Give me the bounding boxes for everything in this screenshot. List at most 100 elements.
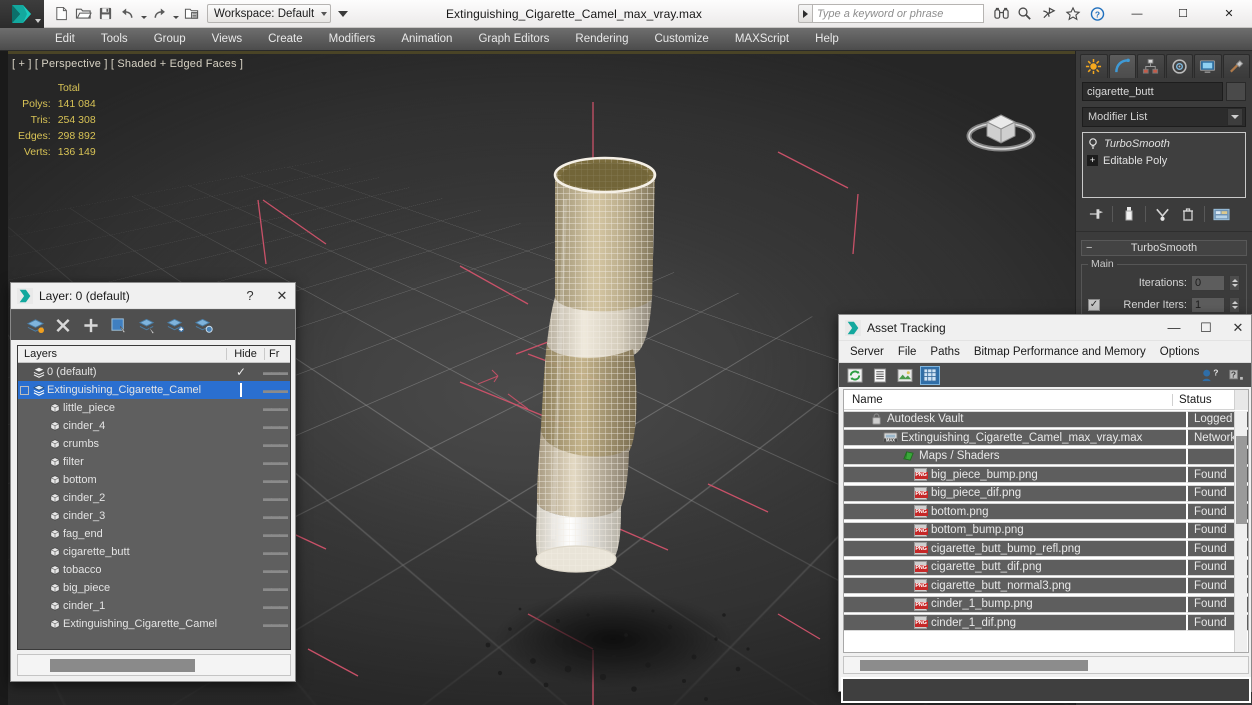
asset-name-cell[interactable]: PNG cigarette_butt_normal3.png xyxy=(844,577,1186,595)
plus-box-icon[interactable]: + xyxy=(1087,155,1098,166)
menu-maxscript[interactable]: MAXScript xyxy=(722,28,802,51)
asset-column-status[interactable]: Status xyxy=(1172,393,1234,406)
v-arrow-icon[interactable] xyxy=(1150,204,1174,224)
viewport-label[interactable]: [ + ] [ Perspective ] [ Shaded + Edged F… xyxy=(12,58,243,70)
help-icon[interactable]: ? xyxy=(1086,3,1108,25)
list-view-icon[interactable] xyxy=(870,366,890,385)
asset-tracking-dialog[interactable]: Asset Tracking — ☐ ✕ Server File Paths B… xyxy=(838,314,1252,703)
pin-icon[interactable] xyxy=(1084,204,1108,224)
layer-horizontal-scrollbar[interactable] xyxy=(17,654,291,676)
save-file-icon[interactable] xyxy=(95,3,116,24)
star-icon[interactable] xyxy=(1062,3,1084,25)
layer-freeze-cell[interactable]: ▬▬▬ xyxy=(262,493,288,503)
table-row[interactable]: MAX Extinguishing_Cigarette_Camel_max_vr… xyxy=(844,429,1248,448)
table-row[interactable]: cigarette_butt ▬▬▬ xyxy=(18,543,290,561)
asset-name-cell[interactable]: PNG cigarette_butt_dif.png xyxy=(844,558,1186,576)
menu-create[interactable]: Create xyxy=(255,28,316,51)
workspace-dropdown-button[interactable] xyxy=(335,4,350,23)
layer-dialog-close-button[interactable]: ✕ xyxy=(269,284,295,308)
object-name-field[interactable]: cigarette_butt xyxy=(1082,82,1223,101)
rollout-collapse-icon[interactable]: − xyxy=(1086,243,1092,254)
asset-name-cell[interactable]: PNG big_piece_dif.png xyxy=(844,484,1186,502)
modifier-stack[interactable]: TurboSmooth + Editable Poly xyxy=(1082,132,1246,198)
table-row[interactable]: PNG big_piece_dif.png Found xyxy=(844,484,1248,503)
table-row[interactable]: PNG cigarette_butt_dif.png Found xyxy=(844,558,1248,577)
layer-freeze-cell[interactable]: ▬▬▬ xyxy=(262,619,288,629)
iterations-input[interactable]: 0 xyxy=(1191,274,1225,291)
asset-name-cell[interactable]: PNG cinder_1_bump.png xyxy=(844,595,1186,613)
table-row[interactable]: Extinguishing_Cigarette_Camel ▬▬▬ xyxy=(18,615,290,633)
asset-horizontal-scrollbar[interactable] xyxy=(843,656,1249,674)
table-row[interactable]: PNG bottom.png Found xyxy=(844,503,1248,522)
menu-animation[interactable]: Animation xyxy=(388,28,465,51)
new-layer-icon[interactable] xyxy=(25,315,45,335)
select-objects-in-layer-icon[interactable] xyxy=(109,315,129,335)
scrollbar-thumb[interactable] xyxy=(1236,436,1247,524)
magnifier-icon[interactable] xyxy=(1014,3,1036,25)
layer-column-freeze[interactable]: Fr xyxy=(264,348,290,360)
layer-freeze-cell[interactable]: ▬▬▬ xyxy=(262,583,288,593)
highlight-selected-objects-layer-icon[interactable] xyxy=(137,315,157,335)
table-row[interactable]: 0 (default) ✓ ▬▬▬ xyxy=(18,363,290,381)
table-row[interactable]: Extinguishing_Cigarette_Camel ▬▬▬ xyxy=(18,381,290,399)
modifier-list-dropdown[interactable]: Modifier List xyxy=(1082,107,1246,127)
asset-name-cell[interactable]: PNG cigarette_butt_bump_refl.png xyxy=(844,540,1186,558)
asset-menu-paths[interactable]: Paths xyxy=(923,341,966,363)
undo-dropdown-caret-icon[interactable] xyxy=(139,4,148,24)
new-file-icon[interactable] xyxy=(51,3,72,24)
trash-icon[interactable] xyxy=(1176,204,1200,224)
bottle-icon[interactable] xyxy=(1117,204,1141,224)
set-current-layer-icon[interactable] xyxy=(165,315,185,335)
modifier-stack-item-editable-poly[interactable]: + Editable Poly xyxy=(1083,152,1245,169)
object-color-swatch[interactable] xyxy=(1226,82,1246,101)
scrollbar-thumb[interactable] xyxy=(50,658,195,672)
render-iters-checkbox[interactable]: ✓ xyxy=(1088,298,1100,311)
search-run-button[interactable] xyxy=(798,4,812,23)
maximize-button[interactable]: ☐ xyxy=(1160,0,1206,28)
refresh-icon[interactable] xyxy=(845,366,865,385)
layer-freeze-cell[interactable]: ▬▬▬ xyxy=(262,385,288,395)
table-row[interactable]: filter ▬▬▬ xyxy=(18,453,290,471)
asset-column-name[interactable]: Name xyxy=(844,394,1172,406)
layer-freeze-cell[interactable]: ▬▬▬ xyxy=(262,529,288,539)
asset-menu-server[interactable]: Server xyxy=(843,341,891,363)
asset-maximize-button[interactable]: ☐ xyxy=(1193,316,1219,340)
layer-freeze-cell[interactable]: ▬▬▬ xyxy=(262,601,288,611)
redo-icon[interactable] xyxy=(149,3,170,24)
menu-group[interactable]: Group xyxy=(141,28,199,51)
add-layer-icon[interactable] xyxy=(81,315,101,335)
table-row[interactable]: PNG bottom_bump.png Found xyxy=(844,521,1248,540)
table-row[interactable]: fag_end ▬▬▬ xyxy=(18,525,290,543)
table-row[interactable]: PNG cigarette_butt_bump_refl.png Found xyxy=(844,540,1248,559)
satellite-icon[interactable] xyxy=(1038,3,1060,25)
view-cube[interactable] xyxy=(961,82,1041,162)
layer-freeze-cell[interactable]: ▬▬▬ xyxy=(262,565,288,575)
lightbulb-icon[interactable] xyxy=(1087,137,1099,150)
layer-freeze-cell[interactable]: ▬▬▬ xyxy=(262,403,288,413)
asset-name-cell[interactable]: PNG big_piece_bump.png xyxy=(844,466,1186,484)
delete-layer-icon[interactable] xyxy=(53,315,73,335)
open-file-icon[interactable] xyxy=(73,3,94,24)
asset-close-button[interactable]: ✕ xyxy=(1225,316,1251,340)
layer-dialog-help-button[interactable]: ? xyxy=(237,284,263,308)
table-row[interactable]: PNG cinder_1_bump.png Found xyxy=(844,595,1248,614)
search-input[interactable]: Type a keyword or phrase xyxy=(812,4,984,23)
workspace-selector[interactable]: Workspace: Default xyxy=(207,4,331,23)
layer-dialog[interactable]: Layer: 0 (default) ? ✕ Layers Hide Fr 0 … xyxy=(10,282,296,682)
layer-freeze-cell[interactable]: ▬▬▬ xyxy=(262,367,288,377)
minimize-button[interactable]: — xyxy=(1114,0,1160,28)
help-person-icon[interactable]: ? xyxy=(1199,366,1219,385)
table-row[interactable]: PNG cinder_1_dif.png Found xyxy=(844,614,1248,633)
motion-tab[interactable] xyxy=(1165,54,1193,78)
create-tab[interactable] xyxy=(1080,54,1108,78)
layer-hide-cell[interactable]: ✓ xyxy=(222,365,260,379)
layer-list[interactable]: Layers Hide Fr 0 (default) ✓ ▬▬▬ Extingu… xyxy=(17,345,291,650)
layer-freeze-cell[interactable]: ▬▬▬ xyxy=(262,547,288,557)
close-button[interactable]: ✕ xyxy=(1206,0,1252,28)
asset-name-cell[interactable]: PNG bottom_bump.png xyxy=(844,521,1186,539)
table-row[interactable]: cinder_4 ▬▬▬ xyxy=(18,417,290,435)
asset-name-cell[interactable]: PNG bottom.png xyxy=(844,503,1186,521)
layer-freeze-cell[interactable]: ▬▬▬ xyxy=(262,511,288,521)
table-row[interactable]: cinder_3 ▬▬▬ xyxy=(18,507,290,525)
menu-customize[interactable]: Customize xyxy=(641,28,721,51)
